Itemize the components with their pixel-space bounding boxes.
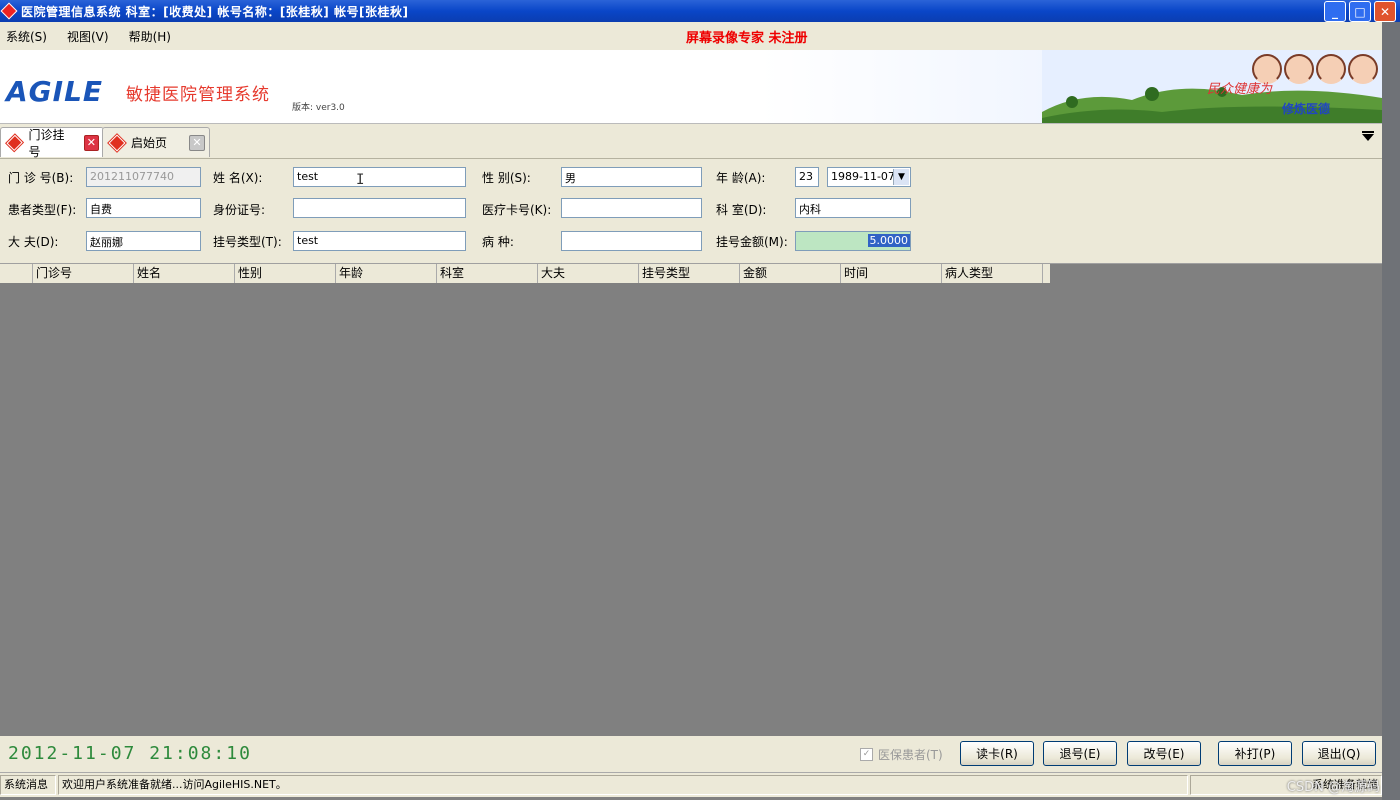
registration-fee-field[interactable]: 5.0000 [795,231,911,251]
close-button[interactable]: ✕ [1374,1,1396,22]
disease-field[interactable] [561,231,702,251]
exit-button[interactable]: 退出(Q) [1302,741,1376,766]
tab-label: 启始页 [131,136,168,150]
tab-strip: 门诊挂号 ✕ 启始页 ✕ [0,124,1382,159]
col-name[interactable]: 姓名 [134,264,235,283]
clinic-no-field[interactable]: 201211077740 [86,167,201,187]
status-message: 欢迎用户系统准备就绪...访问AgileHIS.NET。 [58,775,1188,795]
registration-fee-value: 5.0000 [867,234,910,247]
col-registration-type[interactable]: 挂号类型 [639,264,740,283]
col-department[interactable]: 科室 [437,264,538,283]
disease-label: 病 种: [482,235,514,249]
digital-clock: 2012-11-07 21:08:10 [8,743,252,764]
app-icon [0,2,18,20]
banner-slogan-secondary: 修炼医德 [1281,102,1330,116]
action-bar: 2012-11-07 21:08:10 ✓ 医保患者(T) 读卡(R) 退号(E… [0,736,1382,772]
age-field[interactable]: 23 [795,167,819,187]
change-registration-button[interactable]: 改号(E) [1127,741,1201,766]
close-tab-icon[interactable]: ✕ [83,134,99,151]
menu-bar: 系统(S) 视图(V) 帮助(H) 屏幕录像专家 未注册 [0,22,1382,50]
department-label: 科 室(D): [716,203,767,217]
tab-list-dropdown-icon[interactable] [1362,131,1374,141]
doctor-label: 大 夫(D): [8,235,59,249]
birth-date-select[interactable]: 1989-11-07 ▼ [827,167,911,187]
status-label: 系统消息 [0,775,56,795]
close-tab-icon[interactable]: ✕ [189,134,205,151]
tab-outpatient-registration[interactable]: 门诊挂号 ✕ [0,127,104,159]
checkbox-icon[interactable]: ✓ [860,748,873,761]
system-name: 敏捷医院管理系统 [126,85,270,105]
clinic-no-label: 门 诊 号(B): [8,171,74,185]
text-cursor-icon: I [356,172,365,188]
read-card-button[interactable]: 读卡(R) [960,741,1034,766]
window-controls: _ □ ✕ [1324,1,1396,22]
window-title-bar[interactable]: 医院管理信息系统 科室：[收费处] 帐号名称：[张桂秋] 帐号[张桂秋] _ □… [0,0,1400,22]
app-banner: AGILE 敏捷医院管理系统 版本: ver3.0 民众健康为 修炼医德 [0,50,1382,124]
doctor-field[interactable]: 赵丽娜 [86,231,201,251]
window-title: 医院管理信息系统 科室：[收费处] 帐号名称：[张桂秋] 帐号[张桂秋] [21,4,409,19]
gender-field[interactable]: 男 [561,167,702,187]
birth-date-value: 1989-11-07 [831,170,895,183]
window-edge [1382,22,1400,800]
id-card-field[interactable] [293,198,466,218]
registration-type-field[interactable]: test [293,231,466,251]
menu-help[interactable]: 帮助(H) [129,28,171,45]
status-bar: 系统消息 欢迎用户系统准备就绪...访问AgileHIS.NET。 系统准备就绪 [0,772,1382,797]
banner-slogan: 民众健康为 [1206,82,1272,97]
diamond-icon [6,134,24,151]
chevron-down-icon[interactable]: ▼ [893,169,909,185]
menu-view[interactable]: 视图(V) [67,28,109,45]
age-label: 年 龄(A): [716,171,766,185]
patient-type-field[interactable]: 自费 [86,198,201,218]
col-doctor[interactable]: 大夫 [538,264,639,283]
id-card-label: 身份证号: [213,203,266,217]
maximize-button[interactable]: □ [1349,1,1371,22]
registration-type-label: 挂号类型(T): [213,235,282,249]
menu-system[interactable]: 系统(S) [6,28,47,45]
medical-card-field[interactable] [561,198,702,218]
reprint-button[interactable]: 补打(P) [1218,741,1292,766]
version-label: 版本: ver3.0 [292,103,345,113]
medical-card-label: 医疗卡号(K): [482,203,552,217]
unregistered-notice: 屏幕录像专家 未注册 [686,30,808,46]
insurance-patient-checkbox[interactable]: ✓ 医保患者(T) [860,746,943,763]
registration-form: 门 诊 号(B): 201211077740 姓 名(X): test 性 别(… [0,159,1382,264]
col-time[interactable]: 时间 [841,264,942,283]
insurance-patient-label: 医保患者(T) [878,748,943,762]
cancel-registration-button[interactable]: 退号(E) [1043,741,1117,766]
minimize-button[interactable]: _ [1324,1,1346,22]
tab-start-page[interactable]: 启始页 ✕ [102,127,210,157]
tab-label: 门诊挂号 [28,127,65,159]
diamond-icon [108,134,126,151]
col-clinic-no[interactable]: 门诊号 [33,264,134,283]
col-gender[interactable]: 性别 [235,264,336,283]
registration-grid[interactable]: 门诊号 姓名 性别 年龄 科室 大夫 挂号类型 金额 时间 病人类型 [0,264,1382,736]
department-field[interactable]: 内科 [795,198,911,218]
patient-type-label: 患者类型(F): [8,203,77,217]
grid-corner [0,264,33,283]
agile-logo: AGILE [6,75,104,108]
col-age[interactable]: 年龄 [336,264,437,283]
name-label: 姓 名(X): [213,171,263,185]
name-field[interactable]: test [293,167,466,187]
registration-fee-label: 挂号金额(M): [716,235,788,249]
grid-header: 门诊号 姓名 性别 年龄 科室 大夫 挂号类型 金额 时间 病人类型 [0,264,1050,283]
watermark: CSDN @淘源码 [1286,780,1380,795]
gender-label: 性 别(S): [482,171,531,185]
col-patient-type[interactable]: 病人类型 [942,264,1043,283]
col-amount[interactable]: 金额 [740,264,841,283]
